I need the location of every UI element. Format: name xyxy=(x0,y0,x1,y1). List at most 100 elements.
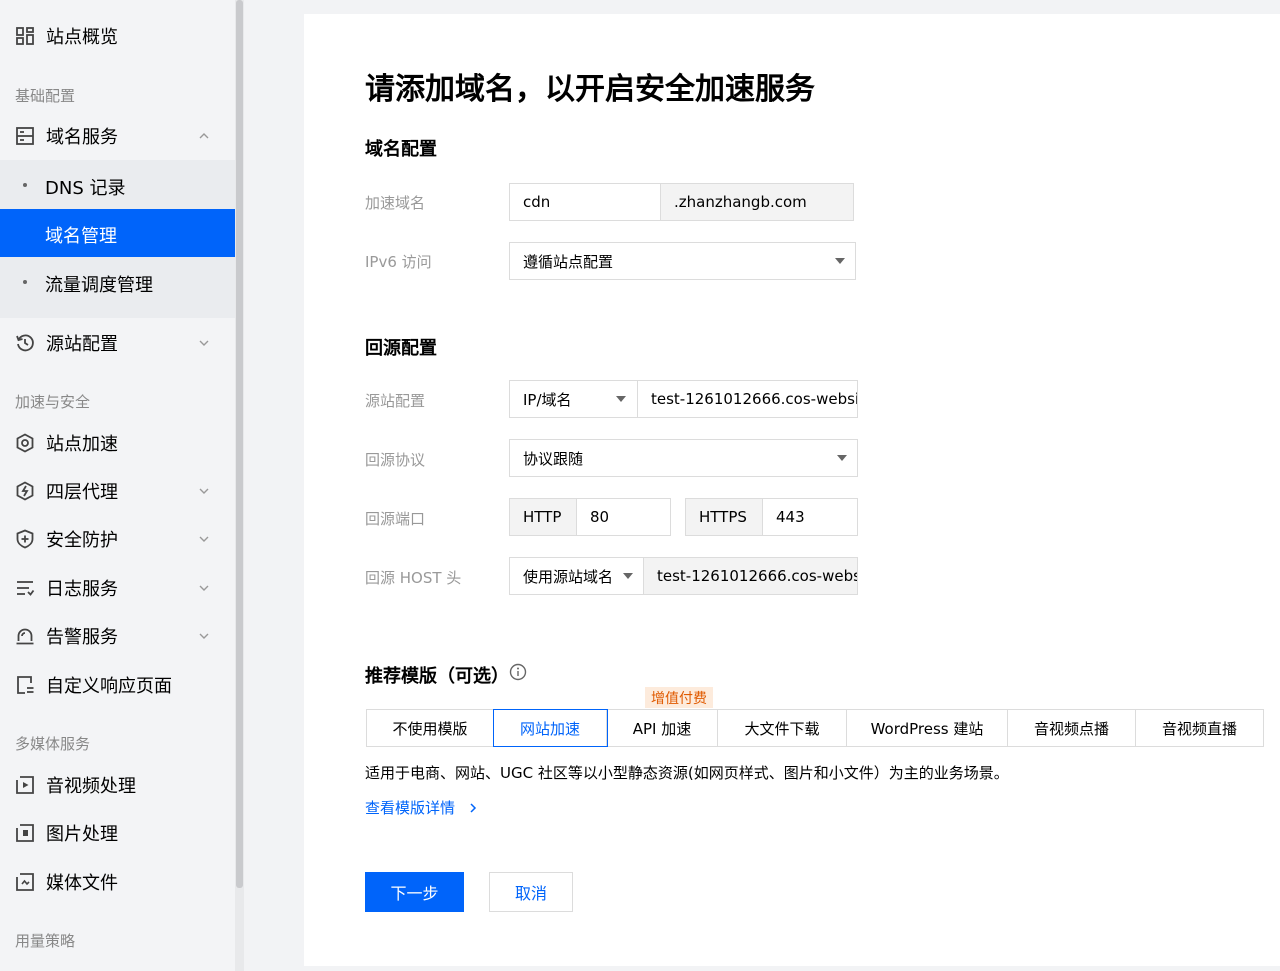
sidebar: 站点概览 基础配置 域名服务 DNS 记录 域名管理 流量调度管理 源站配置 加… xyxy=(0,0,235,971)
origin-type-value: IP/域名 xyxy=(523,390,572,409)
protocol-select-value: 协议跟随 xyxy=(523,449,584,468)
sidebar-item-l4-proxy[interactable]: 四层代理 xyxy=(0,479,235,503)
template-details-label: 查看模版详情 xyxy=(365,799,456,817)
bullet-icon xyxy=(23,231,27,235)
section-title-origin: 回源配置 xyxy=(365,338,437,359)
tab-no-template[interactable]: 不使用模版 xyxy=(367,710,494,746)
group-title-accel: 加速与安全 xyxy=(15,393,91,411)
sidebar-item-label: DNS 记录 xyxy=(45,178,126,199)
cancel-button[interactable]: 取消 xyxy=(489,872,573,912)
domain-suffix: .zhanzhangb.com xyxy=(660,183,854,221)
caret-down-icon xyxy=(837,455,847,461)
chevron-down-icon xyxy=(198,582,210,594)
chevron-down-icon xyxy=(198,630,210,642)
sidebar-item-label: 流量调度管理 xyxy=(45,275,153,296)
sidebar-item-domain-manage[interactable]: 域名管理 xyxy=(0,209,235,257)
accel-domain-input[interactable]: cdn xyxy=(509,183,662,221)
shield-icon xyxy=(15,529,35,549)
proxy-icon xyxy=(15,481,35,501)
scrollbar-thumb[interactable] xyxy=(236,0,243,888)
accel-domain-label: 加速域名 xyxy=(365,194,426,212)
info-icon[interactable] xyxy=(509,663,527,681)
host-label: 回源 HOST 头 xyxy=(365,569,462,587)
tab-vod[interactable]: 音视频点播 xyxy=(1008,710,1136,746)
log-icon xyxy=(15,578,35,598)
sidebar-item-security[interactable]: 安全防护 xyxy=(0,527,235,551)
sidebar-item-label: 四层代理 xyxy=(46,482,118,503)
section-title-domain: 域名配置 xyxy=(365,139,437,160)
sidebar-item-label: 源站配置 xyxy=(46,334,118,355)
chevron-down-icon xyxy=(198,337,210,349)
tab-live[interactable]: 音视频直播 xyxy=(1136,710,1263,746)
origin-address-input[interactable]: test-1261012666.cos-website xyxy=(637,380,858,418)
sidebar-item-traffic-schedule[interactable]: 流量调度管理 xyxy=(0,258,235,306)
host-value-field: test-1261012666.cos-webs… xyxy=(643,557,858,595)
sidebar-item-av-process[interactable]: 音视频处理 xyxy=(0,773,235,797)
sidebar-item-domain-service[interactable]: 域名服务 xyxy=(0,124,235,148)
template-details-link[interactable]: 查看模版详情 xyxy=(365,797,478,818)
host-type-value: 使用源站域名 xyxy=(523,567,614,586)
history-icon xyxy=(15,333,35,353)
sidebar-scrollbar[interactable] xyxy=(235,0,244,971)
caret-down-icon xyxy=(623,573,633,579)
protocol-label: 回源协议 xyxy=(365,451,426,469)
sidebar-item-label: 安全防护 xyxy=(46,530,118,551)
tab-website-accel[interactable]: 网站加速 xyxy=(493,709,608,747)
page-title: 请添加域名，以开启安全加速服务 xyxy=(365,72,815,107)
page-icon xyxy=(15,675,35,695)
sidebar-item-alarm-service[interactable]: 告警服务 xyxy=(0,624,235,648)
bullet-icon xyxy=(23,280,27,284)
http-port-input[interactable]: 80 xyxy=(576,498,671,536)
sidebar-item-label: 自定义响应页面 xyxy=(46,676,172,697)
http-port-addon: HTTP xyxy=(509,498,577,536)
caret-down-icon xyxy=(835,258,845,264)
sidebar-item-label: 告警服务 xyxy=(46,627,118,648)
sidebar-item-label: 媒体文件 xyxy=(46,873,118,894)
video-icon xyxy=(15,775,35,795)
template-description: 适用于电商、网站、UGC 社区等以小型静态资源(如网页样式、图片和小文件）为主的… xyxy=(365,764,1009,782)
sidebar-item-image-process[interactable]: 图片处理 xyxy=(0,821,235,845)
chevron-down-icon xyxy=(198,485,210,497)
https-port-input[interactable]: 443 xyxy=(762,498,858,536)
media-file-icon xyxy=(15,872,35,892)
sidebar-item-dns-records[interactable]: DNS 记录 xyxy=(0,161,235,209)
tab-large-file[interactable]: 大文件下载 xyxy=(718,710,847,746)
sidebar-item-label: 站点加速 xyxy=(46,434,118,455)
chevron-up-icon xyxy=(198,130,210,142)
group-title-basic: 基础配置 xyxy=(15,87,76,105)
sidebar-item-label: 域名服务 xyxy=(46,127,118,148)
sidebar-item-log-service[interactable]: 日志服务 xyxy=(0,576,235,600)
sidebar-item-custom-page[interactable]: 自定义响应页面 xyxy=(0,673,235,697)
paid-badge: 增值付费 xyxy=(645,687,713,708)
sidebar-item-label: 音视频处理 xyxy=(46,776,136,797)
group-title-media: 多媒体服务 xyxy=(15,735,91,753)
sidebar-item-label: 图片处理 xyxy=(46,824,118,845)
https-port-addon: HTTPS xyxy=(685,498,764,536)
group-title-usage: 用量策略 xyxy=(15,932,76,950)
tab-wordpress[interactable]: WordPress 建站 xyxy=(847,710,1008,746)
ipv6-select-value: 遵循站点配置 xyxy=(523,252,614,271)
caret-down-icon xyxy=(616,396,626,402)
protocol-select[interactable]: 协议跟随 xyxy=(509,439,858,477)
section-title-template: 推荐模版（可选） xyxy=(365,666,509,687)
origin-label: 源站配置 xyxy=(365,392,426,410)
next-button[interactable]: 下一步 xyxy=(365,872,464,912)
sidebar-item-label: 域名管理 xyxy=(45,226,117,247)
ipv6-label: IPv6 访问 xyxy=(365,253,432,271)
dashboard-icon xyxy=(15,26,35,46)
sidebar-item-overview[interactable]: 站点概览 xyxy=(0,24,235,48)
sidebar-item-origin-config[interactable]: 源站配置 xyxy=(0,331,235,355)
server-icon xyxy=(15,126,35,146)
tab-api-accel[interactable]: API 加速 xyxy=(607,710,718,746)
sidebar-item-site-accel[interactable]: 站点加速 xyxy=(0,431,235,455)
chevron-down-icon xyxy=(198,533,210,545)
port-label: 回源端口 xyxy=(365,510,426,528)
sidebar-item-label: 日志服务 xyxy=(46,579,118,600)
sidebar-item-media-files[interactable]: 媒体文件 xyxy=(0,870,235,894)
form-card xyxy=(304,14,1280,966)
alarm-icon xyxy=(15,626,35,646)
sidebar-item-label: 站点概览 xyxy=(46,27,118,48)
image-icon xyxy=(15,823,35,843)
ipv6-select[interactable]: 遵循站点配置 xyxy=(509,242,856,280)
bullet-icon xyxy=(23,183,27,187)
